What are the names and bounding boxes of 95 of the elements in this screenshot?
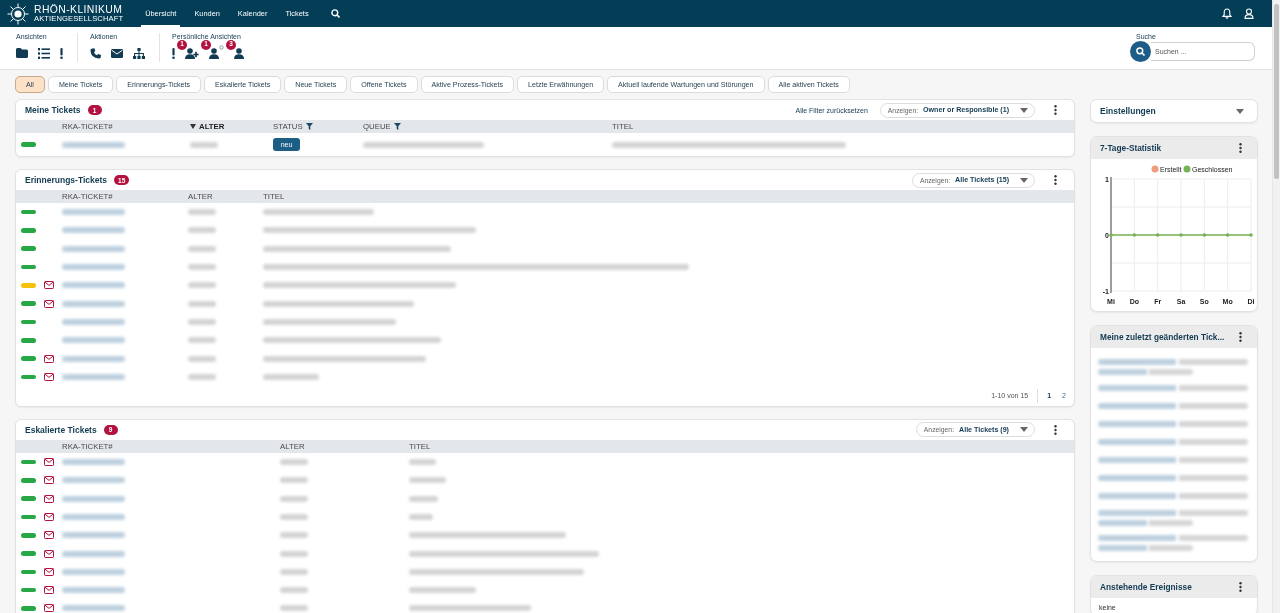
panel-title: Eskalierte Tickets bbox=[25, 424, 97, 435]
user-icon[interactable] bbox=[234, 47, 244, 59]
numbered-list-icon[interactable] bbox=[38, 47, 50, 59]
panel-title: Meine Tickets bbox=[25, 105, 81, 115]
data-point bbox=[1225, 233, 1230, 237]
blurred-text bbox=[188, 355, 216, 362]
sitemap-icon[interactable] bbox=[133, 47, 145, 59]
data-point bbox=[1202, 233, 1207, 237]
blurred-text bbox=[62, 209, 125, 216]
blurred-text bbox=[62, 300, 125, 307]
user-icon[interactable] bbox=[209, 47, 219, 59]
blurred-text bbox=[188, 227, 216, 234]
phone-icon[interactable] bbox=[90, 47, 101, 59]
blurred-text bbox=[62, 550, 125, 557]
logo-wordmark: RHÖN-KLINIKUM bbox=[34, 4, 124, 15]
card-title: Meine zuletzt geänderten Tick... bbox=[1100, 332, 1225, 342]
more-options-icon[interactable] bbox=[1239, 332, 1242, 342]
blurred-text bbox=[62, 318, 125, 325]
data-point bbox=[1249, 233, 1253, 237]
blurred-text bbox=[280, 568, 308, 575]
scrollbar[interactable] bbox=[1272, 0, 1280, 613]
blurred-text bbox=[62, 373, 125, 380]
blurred-text bbox=[62, 337, 125, 344]
blurred-text bbox=[263, 373, 319, 380]
blurred-text bbox=[62, 245, 125, 252]
blurred-text bbox=[62, 568, 125, 575]
blurred-text bbox=[62, 141, 125, 148]
blurred-text bbox=[190, 141, 218, 148]
data-point bbox=[1132, 233, 1137, 237]
blurred-text bbox=[280, 550, 308, 557]
blurred-text bbox=[409, 514, 433, 520]
gear-icon bbox=[219, 44, 224, 50]
blurred-text bbox=[62, 587, 125, 594]
caret-icon bbox=[1020, 427, 1028, 433]
blurred-text bbox=[409, 477, 446, 484]
card-title: Anstehende Ereignisse bbox=[1100, 582, 1192, 592]
caret-icon bbox=[1020, 177, 1028, 183]
blurred-text bbox=[188, 337, 216, 344]
panel-title: Erinnerungs-Tickets bbox=[25, 175, 108, 185]
filter-icon bbox=[305, 123, 313, 130]
blurred-text bbox=[62, 355, 125, 362]
data-point bbox=[1155, 233, 1160, 237]
blurred-text bbox=[409, 495, 438, 502]
blurred-text bbox=[409, 587, 476, 594]
filter-icon bbox=[393, 123, 401, 130]
blurred-text bbox=[280, 605, 308, 612]
more-options-icon[interactable] bbox=[1239, 143, 1242, 153]
blurred-text bbox=[280, 514, 308, 520]
envelope-icon[interactable] bbox=[111, 48, 123, 58]
blurred-text bbox=[62, 282, 125, 289]
blurred-text bbox=[62, 459, 125, 466]
folder-icon[interactable] bbox=[16, 48, 28, 58]
legend-dot[interactable] bbox=[1151, 165, 1159, 173]
caret-icon bbox=[1020, 107, 1028, 113]
bell-icon[interactable] bbox=[1222, 8, 1232, 19]
blurred-text bbox=[62, 264, 125, 271]
blurred-text bbox=[280, 495, 308, 502]
blurred-text bbox=[280, 459, 308, 466]
blurred-text bbox=[62, 227, 125, 234]
blurred-text bbox=[280, 587, 308, 594]
blurred-text bbox=[188, 245, 216, 252]
search-button[interactable] bbox=[1130, 41, 1151, 62]
search-icon bbox=[1136, 47, 1145, 56]
blurred-text bbox=[62, 477, 125, 484]
search-icon[interactable] bbox=[330, 9, 340, 18]
blurred-text bbox=[62, 495, 125, 502]
legend-dot[interactable] bbox=[1183, 165, 1191, 173]
more-options-icon[interactable] bbox=[1054, 175, 1057, 185]
blurred-text bbox=[188, 300, 216, 307]
more-options-icon[interactable] bbox=[1054, 424, 1057, 435]
more-options-icon[interactable] bbox=[1239, 582, 1242, 592]
blurred-text bbox=[62, 532, 125, 539]
sort-descending-icon bbox=[190, 124, 196, 129]
caret-icon bbox=[1236, 108, 1244, 114]
settings-dropdown[interactable]: Einstellungen bbox=[1090, 99, 1258, 123]
user-icon[interactable] bbox=[1244, 8, 1254, 19]
exclamation-icon[interactable] bbox=[60, 47, 63, 59]
card-title: 7-Tage-Statistik bbox=[1100, 143, 1162, 153]
blurred-text bbox=[62, 514, 125, 520]
more-options-icon[interactable] bbox=[1054, 105, 1057, 115]
exclamation-icon[interactable] bbox=[172, 47, 175, 59]
user-plus-icon[interactable] bbox=[185, 47, 199, 59]
data-point bbox=[1109, 233, 1113, 237]
blurred-text bbox=[188, 282, 216, 289]
data-point bbox=[1179, 233, 1183, 237]
blurred-text bbox=[188, 209, 216, 216]
logo-icon bbox=[7, 2, 29, 25]
blurred-text bbox=[62, 605, 125, 612]
blurred-text bbox=[409, 459, 436, 466]
scroll-thumb[interactable] bbox=[1274, 4, 1279, 179]
blurred-text bbox=[188, 318, 216, 325]
blurred-text bbox=[188, 264, 216, 271]
blurred-text bbox=[188, 373, 216, 380]
blurred-text bbox=[280, 532, 308, 539]
blurred-text bbox=[280, 477, 308, 484]
